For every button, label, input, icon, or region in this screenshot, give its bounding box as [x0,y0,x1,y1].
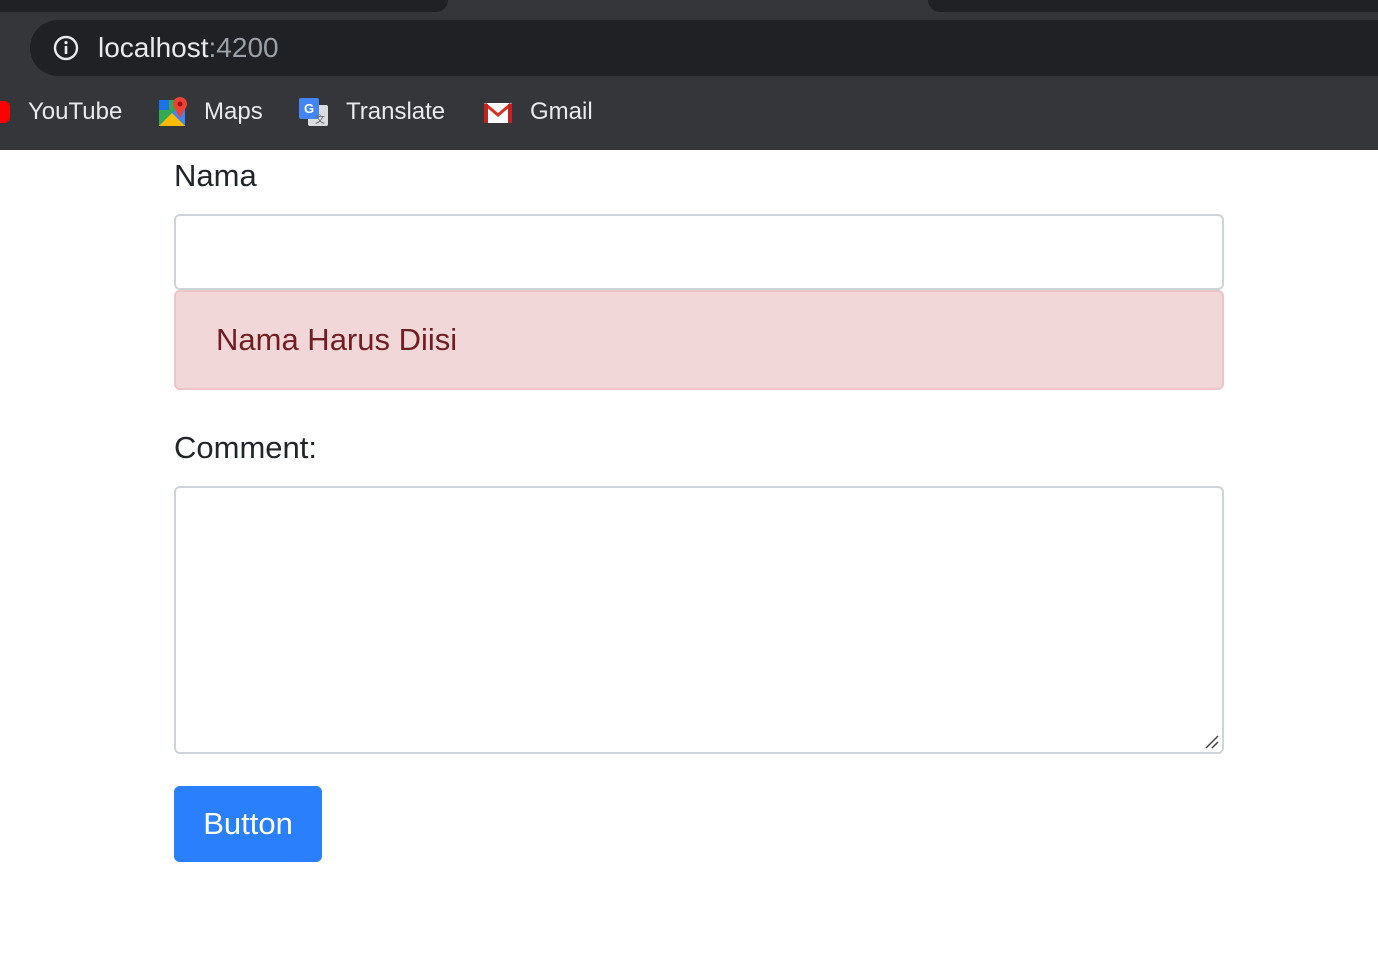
nama-label: Nama [174,158,257,193]
tab-strip [0,0,1378,12]
submit-button[interactable]: Button [174,786,322,862]
nama-input[interactable] [174,214,1224,290]
translate-icon: G 文 [299,98,328,126]
svg-text:文: 文 [315,113,325,126]
maps-icon [159,97,187,126]
comment-label: Comment: [174,430,317,465]
page-content: Nama Nama Harus Diisi Comment: Button [0,150,1378,956]
svg-text:G: G [304,101,314,116]
tab-inactive-right[interactable] [928,0,1378,12]
bookmark-maps[interactable]: Maps [204,88,263,136]
youtube-icon [0,101,10,123]
bookmark-translate[interactable]: Translate [346,88,445,136]
nama-error-text: Nama Harus Diisi [216,322,458,357]
nama-error-alert: Nama Harus Diisi [174,290,1224,390]
url-host: localhost [98,32,209,63]
bookmark-gmail[interactable]: Gmail [530,88,593,136]
tab-inactive-left[interactable] [0,0,448,12]
comment-textarea[interactable] [174,486,1224,754]
url-port: :4200 [208,32,279,63]
info-icon[interactable] [53,35,79,61]
resize-handle-icon[interactable] [1204,734,1220,750]
gmail-icon [484,102,512,123]
bookmark-youtube[interactable]: YouTube [28,88,122,136]
url-text[interactable]: localhost:4200 [98,30,279,66]
bookmarks-bar: YouTube Maps G 文 Translate Gmail [0,88,1378,136]
browser-chrome: localhost:4200 YouTube Maps G 文 Translat… [0,0,1378,150]
